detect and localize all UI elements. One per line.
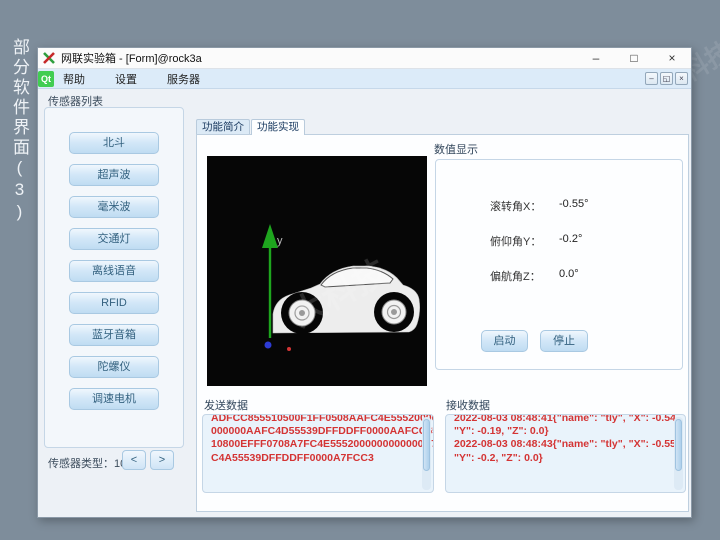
sensor-button-gyroscope[interactable]: 陀螺仪 [69, 356, 159, 378]
mdi-restore-button[interactable]: ◱ [660, 72, 673, 85]
receive-data-line: 2022-08-03 08:48:43{"name": "tly", "X": … [454, 438, 671, 451]
car-3d-viewer[interactable]: y 大科技 [207, 156, 427, 386]
window-title: 网联实验箱 - [Form]@rock3a [61, 50, 202, 66]
sensor-button-bluetooth-speaker[interactable]: 蓝牙音箱 [69, 324, 159, 346]
roll-angle-row: 滚转角X： -0.55° [436, 198, 682, 214]
app-x-logo-icon [42, 51, 56, 65]
sensor-button-speed-motor[interactable]: 调速电机 [69, 388, 159, 410]
yaw-angle-label: 偏航角Z： [490, 268, 541, 284]
y-axis-label: y [277, 235, 283, 247]
next-page-button[interactable]: > [150, 450, 174, 470]
pitch-angle-row: 俯仰角Y： -0.2° [436, 233, 682, 249]
value-display-title: 数值显示 [434, 141, 478, 157]
car-model [273, 266, 420, 334]
sensor-button-beidou[interactable]: 北斗 [69, 132, 159, 154]
window-content: 传感器列表 北斗 超声波 毫米波 交通灯 离线语音 RFID 蓝牙音箱 陀螺仪 … [38, 89, 691, 518]
menu-bar: Qt 帮助 设置 服务器 – ◱ × [38, 69, 691, 89]
sensor-button-mmwave[interactable]: 毫米波 [69, 196, 159, 218]
value-display-box: 滚转角X： -0.55° 俯仰角Y： -0.2° 偏航角Z： 0.0° 启动 停… [435, 159, 683, 370]
mdi-minimize-button[interactable]: – [645, 72, 658, 85]
send-data-textarea[interactable]: ADFCC855510500F1FF0508AAFC4E5552000000 0… [202, 414, 434, 493]
close-button[interactable]: × [653, 48, 691, 68]
tab-content-panel: y 大科技 数值显示 滚转角X： -0.55° 俯仰角Y： [196, 134, 689, 512]
send-scrollbar-thumb[interactable] [423, 419, 430, 471]
send-scrollbar[interactable] [422, 417, 431, 490]
receive-data-line: "Y": -0.2, "Z": 0.0} [454, 452, 671, 465]
receive-scrollbar[interactable] [674, 417, 683, 490]
tab-function-impl[interactable]: 功能实现 [251, 119, 305, 135]
maximize-button[interactable]: □ [615, 48, 653, 68]
origin-dot-blue [265, 342, 272, 349]
tab-function-intro[interactable]: 功能简介 [196, 119, 250, 134]
receive-data-line: "Y": -0.19, "Z": 0.0} [454, 425, 671, 438]
receive-scrollbar-thumb[interactable] [675, 419, 682, 471]
receive-data-title: 接收数据 [446, 397, 490, 413]
sensor-button-ultrasonic[interactable]: 超声波 [69, 164, 159, 186]
qt-logo-icon: Qt [38, 71, 54, 87]
roll-angle-value: -0.55° [559, 198, 588, 210]
start-button[interactable]: 启动 [481, 330, 528, 352]
menu-settings[interactable]: 设置 [112, 69, 140, 89]
slide-background: 部分软件界面(3) 大科技 网联实验箱 - [Form]@rock3a – □ … [0, 0, 720, 540]
menu-help[interactable]: 帮助 [60, 69, 88, 89]
roll-angle-label: 滚转角X： [490, 198, 541, 214]
receive-data-line: 2022-08-03 08:48:41{"name": "tly", "X": … [454, 414, 671, 425]
stop-button[interactable]: 停止 [540, 330, 588, 352]
yaw-angle-row: 偏航角Z： 0.0° [436, 268, 682, 284]
sensor-button-rfid[interactable]: RFID [69, 292, 159, 314]
sensor-button-offline-voice[interactable]: 离线语音 [69, 260, 159, 282]
prev-page-button[interactable]: < [122, 450, 146, 470]
origin-dot-red [287, 347, 291, 351]
pitch-angle-value: -0.2° [559, 233, 582, 245]
app-window: 网联实验箱 - [Form]@rock3a – □ × Qt 帮助 设置 服务器… [37, 47, 692, 518]
tab-strip: 功能简介 功能实现 [196, 119, 306, 135]
send-data-line: 000000AAFC4D55539DFFDDFF0000AAFCC6555 [211, 425, 419, 438]
yaw-angle-value: 0.0° [559, 268, 579, 280]
minimize-button[interactable]: – [577, 48, 615, 68]
receive-data-textarea[interactable]: 2022-08-03 08:48:41{"name": "tly", "X": … [445, 414, 686, 493]
title-bar[interactable]: 网联实验箱 - [Form]@rock3a – □ × [38, 48, 691, 69]
send-data-title: 发送数据 [204, 397, 248, 413]
send-data-line: ADFCC855510500F1FF0508AAFC4E5552000000 [211, 414, 419, 425]
send-data-line: 10800EFFF0708A7FC4E5552000000000000A7F [211, 438, 419, 451]
send-data-line: C4A55539DFFDDFF0000A7FCC3 [211, 452, 419, 465]
sensor-button-traffic-light[interactable]: 交通灯 [69, 228, 159, 250]
mdi-close-button[interactable]: × [675, 72, 688, 85]
menu-server[interactable]: 服务器 [164, 69, 203, 89]
pitch-angle-label: 俯仰角Y： [490, 233, 541, 249]
slide-caption: 部分软件界面(3) [6, 38, 32, 288]
sensor-list-panel: 北斗 超声波 毫米波 交通灯 离线语音 RFID 蓝牙音箱 陀螺仪 调速电机 [44, 107, 184, 448]
